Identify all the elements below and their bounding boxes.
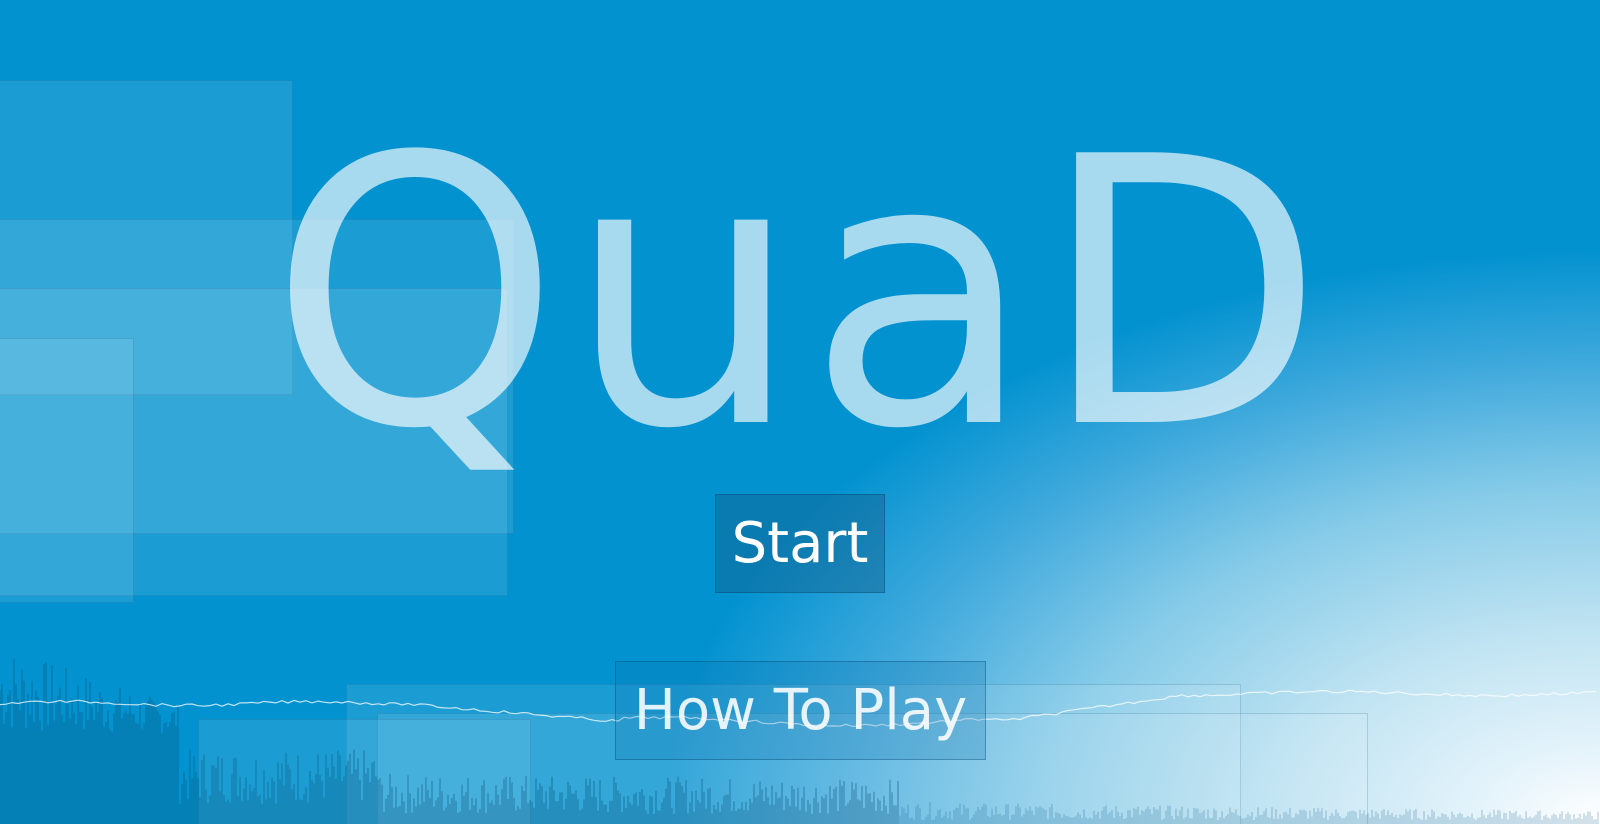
title-screen: QuaD Start How To Play <box>0 0 1600 824</box>
game-title: QuaD <box>269 80 1331 510</box>
waveform-bars-light <box>899 802 1599 824</box>
start-button[interactable]: Start <box>715 494 885 593</box>
how-to-play-button[interactable]: How To Play <box>615 661 986 760</box>
